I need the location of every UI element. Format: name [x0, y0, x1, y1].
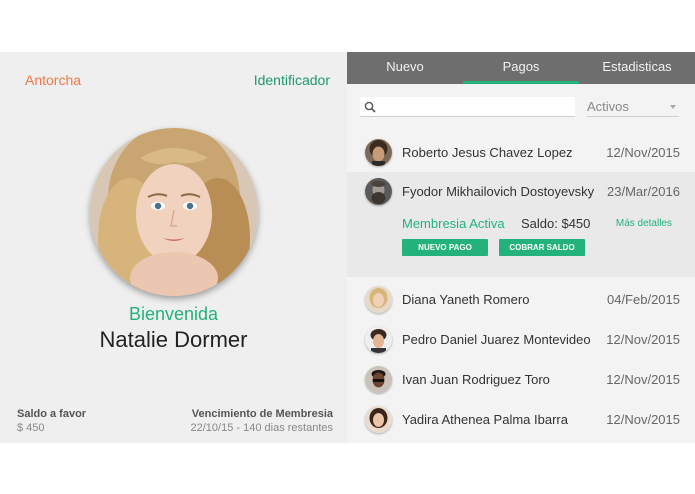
contact-name: Pedro Daniel Juarez Montevideo	[402, 332, 591, 347]
tab-estadisticas[interactable]: Estadisticas	[579, 52, 695, 84]
contact-date: 12/Nov/2015	[606, 332, 680, 347]
more-details-link[interactable]: Más detalles	[616, 218, 672, 229]
membership-status: Membresia Activa	[402, 216, 505, 231]
tab-nuevo[interactable]: Nuevo	[347, 52, 463, 84]
list-item[interactable]: Diana Yaneth Romero 04/Feb/2015	[347, 279, 695, 319]
avatar	[365, 286, 392, 313]
contact-name: Roberto Jesus Chavez Lopez	[402, 145, 573, 160]
profile-panel: Antorcha Identificador Bienvenida Natali…	[0, 52, 347, 443]
user-name: Natalie Dormer	[99, 327, 248, 352]
contact-date: 12/Nov/2015	[606, 412, 680, 427]
avatar	[365, 326, 392, 353]
list-item[interactable]: Ivan Juan Rodriguez Toro 12/Nov/2015	[347, 359, 695, 399]
contact-date: 23/Mar/2016	[607, 184, 680, 199]
membership-expiry-label: Vencimiento de Membresia	[191, 408, 333, 420]
list-item[interactable]: Roberto Jesus Chavez Lopez 12/Nov/2015	[347, 132, 695, 172]
contact-date: 12/Nov/2015	[606, 372, 680, 387]
avatar	[365, 139, 392, 166]
contact-name: Yadira Athenea Palma Ibarra	[402, 412, 568, 427]
new-payment-button[interactable]: NUEVO PAGO	[402, 239, 488, 256]
avatar	[365, 366, 392, 393]
avatar	[365, 406, 392, 433]
list-item[interactable]: Pedro Daniel Juarez Montevideo 12/Nov/20…	[347, 319, 695, 359]
balance-text: Saldo: $450	[521, 216, 591, 231]
status-filter-select[interactable]: Activos	[587, 97, 679, 117]
search-icon	[364, 101, 376, 113]
contact-date: 04/Feb/2015	[606, 292, 680, 307]
contact-name: Diana Yaneth Romero	[402, 292, 530, 307]
tab-pagos[interactable]: Pagos	[463, 52, 579, 84]
profile-avatar	[90, 128, 258, 296]
antorcha-link[interactable]: Antorcha	[25, 72, 81, 88]
collect-balance-button[interactable]: COBRAR SALDO	[499, 239, 585, 256]
contact-list: Roberto Jesus Chavez Lopez 12/Nov/2015 F…	[347, 132, 695, 439]
avatar	[365, 178, 392, 205]
tab-bar: Nuevo Pagos Estadisticas	[347, 52, 695, 84]
search-box	[360, 97, 575, 117]
search-input[interactable]	[382, 97, 572, 116]
membership-expiry-value: 22/10/15 - 140 dias restantes	[190, 422, 333, 434]
contact-date: 12/Nov/2015	[606, 145, 680, 160]
app-window: Antorcha Identificador Bienvenida Natali…	[0, 52, 695, 443]
balance-value: $ 450	[17, 422, 45, 434]
expanded-list-item[interactable]: Fyodor Mikhailovich Dostoyevsky 23/Mar/2…	[347, 172, 695, 277]
payments-panel: Nuevo Pagos Estadisticas Activos Roberto…	[347, 52, 695, 443]
status-filter-value: Activos	[587, 99, 629, 114]
contact-name: Ivan Juan Rodriguez Toro	[402, 372, 550, 387]
balance-label: Saldo a favor	[17, 408, 87, 420]
greeting-text: Bienvenida	[128, 304, 219, 324]
contact-name: Fyodor Mikhailovich Dostoyevsky	[402, 184, 595, 199]
chevron-down-icon	[670, 105, 676, 109]
list-item[interactable]: Yadira Athenea Palma Ibarra 12/Nov/2015	[347, 399, 695, 439]
active-tab-indicator	[463, 81, 579, 84]
identificador-link[interactable]: Identificador	[254, 72, 330, 88]
